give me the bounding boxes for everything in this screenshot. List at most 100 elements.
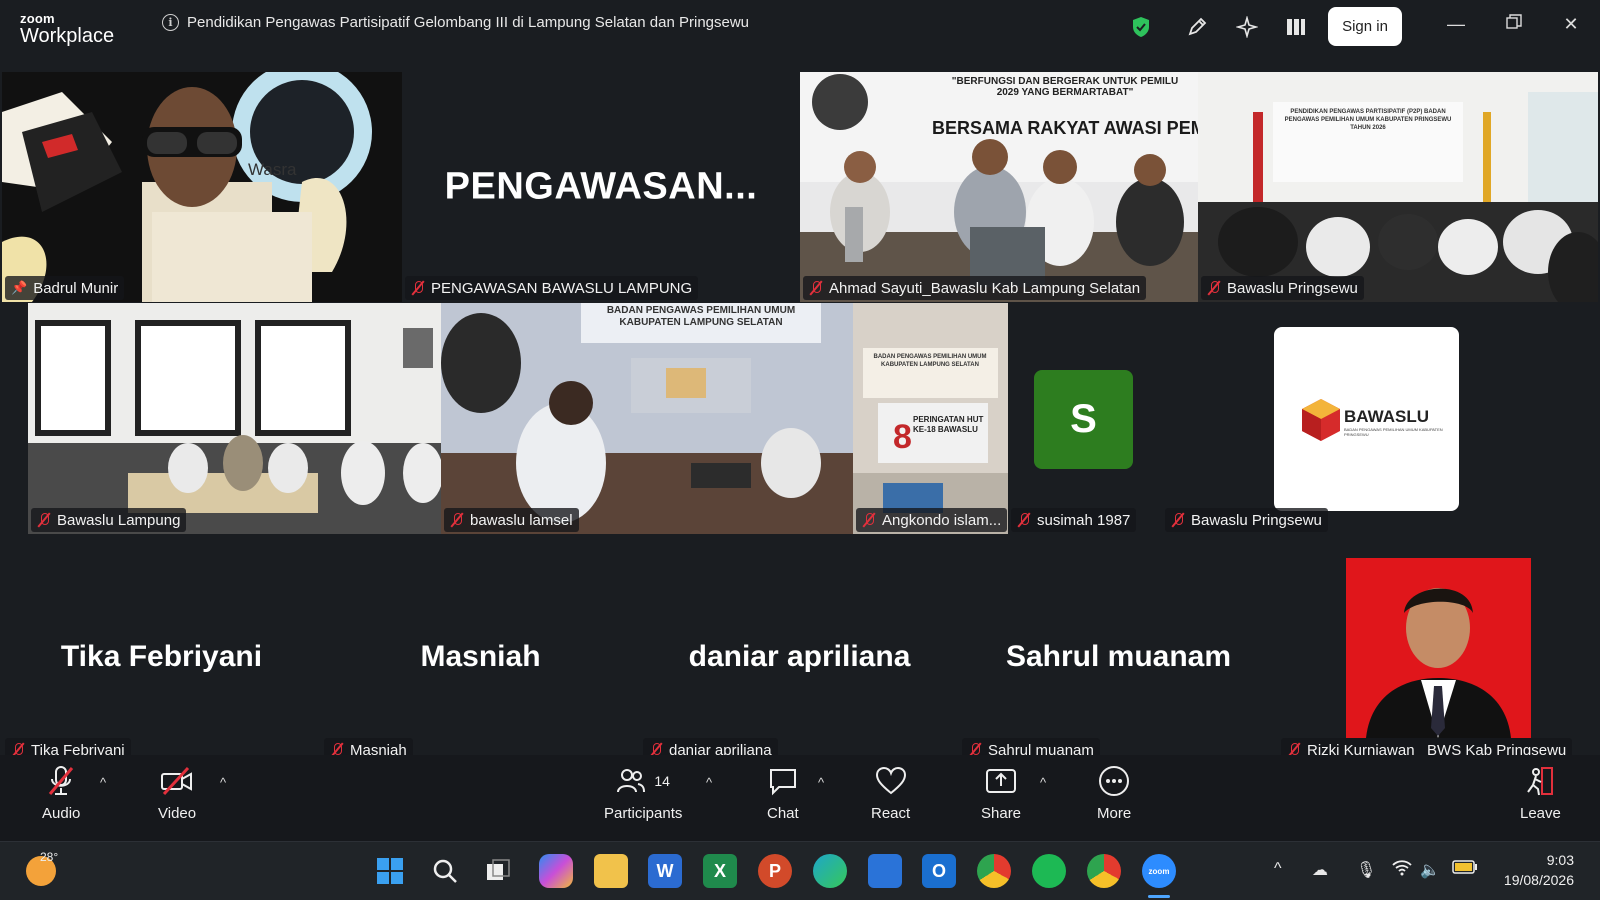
participant-name: Badrul Munir (33, 279, 119, 297)
meeting-room-video (441, 303, 853, 534)
security-shield-icon[interactable] (1129, 15, 1153, 39)
participant-name: Bawaslu Pringsewu (1191, 511, 1322, 529)
participant-count: 14 (654, 773, 670, 789)
chevron-up-icon[interactable]: ^ (1274, 860, 1282, 878)
chrome-icon[interactable] (977, 854, 1011, 888)
start-icon[interactable] (373, 854, 407, 888)
meeting-title[interactable]: i Pendidikan Pengawas Partisipatif Gelom… (162, 14, 749, 31)
video-tile-bawaslu-pringsewu-2[interactable]: BAWASLU BADAN PENGAWAS PEMILIHAN UMUM KA… (1162, 303, 1572, 534)
microphone-icon[interactable]: 🎙 (1356, 860, 1376, 880)
video-options-chevron-icon[interactable]: ^ (220, 775, 226, 790)
panel-video (800, 72, 1198, 302)
leave-label: Leave (1520, 805, 1561, 822)
chat-options-chevron-icon[interactable]: ^ (818, 775, 824, 790)
react-button[interactable]: React (871, 763, 910, 822)
video-tile-pengawasan[interactable]: PENGAWASAN... PENGAWASAN BAWASLU LAMPUNG (402, 72, 800, 302)
more-icon (1098, 763, 1130, 799)
video-tile-rizki[interactable]: Rizki Kurniawan_ BWS Kab Pringsewu (1278, 536, 1598, 764)
spotify-icon[interactable] (1032, 854, 1066, 888)
participant-name: susimah 1987 (1037, 511, 1131, 529)
chat-button[interactable]: Chat (767, 763, 799, 822)
zoom-workplace-logo: zoom Workplace (20, 12, 114, 46)
close-icon[interactable]: ✕ (1559, 14, 1583, 35)
participant-big-name: Tika Febriyani (60, 639, 263, 673)
more-button[interactable]: More (1097, 763, 1131, 822)
audio-button[interactable]: Audio (42, 763, 80, 822)
restore-icon[interactable] (1502, 14, 1526, 35)
video-tile-badrul-munir[interactable]: Wasra 📌 Badrul Munir (2, 72, 402, 302)
wifi-icon[interactable] (1392, 860, 1412, 881)
video-tile-daniar[interactable]: daniar apriliana daniar apriliana (640, 536, 959, 764)
system-clock[interactable]: 9:03 19/08/2026 (1504, 850, 1574, 890)
share-options-chevron-icon[interactable]: ^ (1040, 775, 1046, 790)
participant-name-label: Bawaslu Lampung (31, 508, 187, 532)
onedrive-icon[interactable]: ☁ (1312, 860, 1328, 880)
meeting-title-text: Pendidikan Pengawas Partisipatif Gelomba… (187, 14, 750, 31)
banner-main: BERSAMA RAKYAT AWASI PEMILU (932, 118, 1198, 138)
gallery-view-icon[interactable] (1284, 15, 1308, 39)
mic-muted-icon (809, 280, 823, 296)
store-icon[interactable] (868, 854, 902, 888)
active-app-indicator (1148, 895, 1170, 898)
mic-muted-icon (37, 512, 51, 528)
participants-label: Participants (604, 805, 683, 822)
participants-button[interactable]: 14 Participants (604, 763, 682, 822)
clock-date: 19/08/2026 (1503, 872, 1574, 888)
mic-muted-icon (1017, 512, 1031, 528)
avatar: S (1034, 370, 1133, 469)
edge-icon[interactable] (813, 854, 847, 888)
video-tile-angkondo[interactable]: 8 BADAN PENGAWAS PEMILIHAN UMUM KABUPATE… (853, 303, 1008, 534)
mic-muted-icon (1207, 280, 1221, 296)
share-button[interactable]: Share (981, 763, 1021, 822)
meeting-toolbar: Audio ^ Video ^ 14 Participants ^ Chat ^… (0, 755, 1600, 841)
bawaslu-logo-card: BAWASLU BADAN PENGAWAS PEMILIHAN UMUM KA… (1274, 327, 1459, 511)
participants-icon: 14 (616, 763, 670, 799)
logo-small-text: zoom (20, 11, 55, 26)
video-off-icon (160, 763, 194, 799)
chrome-profile-icon[interactable] (1087, 854, 1121, 888)
participant-big-name: Sahrul muanam (1005, 639, 1232, 673)
sign-in-button[interactable]: Sign in (1328, 7, 1402, 46)
video-tile-masniah[interactable]: Masniah Masniah (321, 536, 640, 764)
participants-options-chevron-icon[interactable]: ^ (706, 775, 712, 790)
participant-big-name: Masniah (420, 639, 541, 673)
file-explorer-icon[interactable] (594, 854, 628, 888)
battery-icon[interactable] (1452, 860, 1478, 879)
copilot-icon[interactable] (539, 854, 573, 888)
participant-name: PENGAWASAN BAWASLU LAMPUNG (431, 279, 693, 297)
ai-companion-icon[interactable] (1235, 15, 1259, 39)
poster-header: BADAN PENGAWAS PEMILIHAN UMUM KABUPATEN … (873, 354, 987, 368)
video-tile-bawaslu-pringsewu-1[interactable]: PENDIDIKAN PENGAWAS PARTISIPATIF (P2P) B… (1198, 72, 1598, 302)
participant-big-name: PENGAWASAN... (444, 165, 758, 208)
video-tile-susimah[interactable]: S susimah 1987 (1008, 303, 1162, 534)
annotate-pen-icon[interactable] (1185, 15, 1209, 39)
outlook-icon[interactable]: O (922, 854, 956, 888)
video-button[interactable]: Video (158, 763, 196, 822)
wasra-background (2, 72, 402, 302)
share-label: Share (981, 805, 1022, 822)
info-icon[interactable]: i (162, 14, 179, 31)
participant-name: Angkondo islam... (882, 511, 1002, 529)
excel-icon[interactable]: X (703, 854, 737, 888)
video-tile-bawaslu-lamsel[interactable]: BADAN PENGAWAS PEMILIHAN UMUM KABUPATEN … (441, 303, 853, 534)
chat-label: Chat (767, 805, 799, 822)
bawaslu-logo-text: BAWASLU (1344, 407, 1429, 426)
classroom-video (1198, 72, 1598, 302)
video-tile-tika[interactable]: Tika Febriyani Tika Febriyani (2, 536, 321, 764)
task-view-icon[interactable] (481, 854, 515, 888)
minimize-icon[interactable]: — (1444, 14, 1468, 35)
video-tile-sahrul[interactable]: Sahrul muanam Sahrul muanam (959, 536, 1278, 764)
powerpoint-icon[interactable]: P (758, 854, 792, 888)
word-icon[interactable]: W (648, 854, 682, 888)
volume-icon[interactable]: 🔈 (1420, 860, 1440, 880)
video-tile-bawaslu-lampung[interactable]: Bawaslu Lampung (28, 303, 441, 534)
audio-options-chevron-icon[interactable]: ^ (100, 775, 106, 790)
bawaslu-logo-subtext: BADAN PENGAWAS PEMILIHAN UMUM KABUPATEN … (1344, 427, 1443, 437)
video-tile-ahmad-sayuti[interactable]: "BERFUNGSI DAN BERGERAK UNTUK PEMILU 202… (800, 72, 1198, 302)
office-video (28, 303, 441, 534)
zoom-icon[interactable]: zoom (1142, 854, 1176, 888)
participant-name-label: Bawaslu Pringsewu (1165, 508, 1328, 532)
leave-button[interactable]: Leave (1520, 763, 1561, 822)
participant-name-label: Angkondo islam... (856, 508, 1008, 532)
search-icon[interactable] (428, 854, 462, 888)
